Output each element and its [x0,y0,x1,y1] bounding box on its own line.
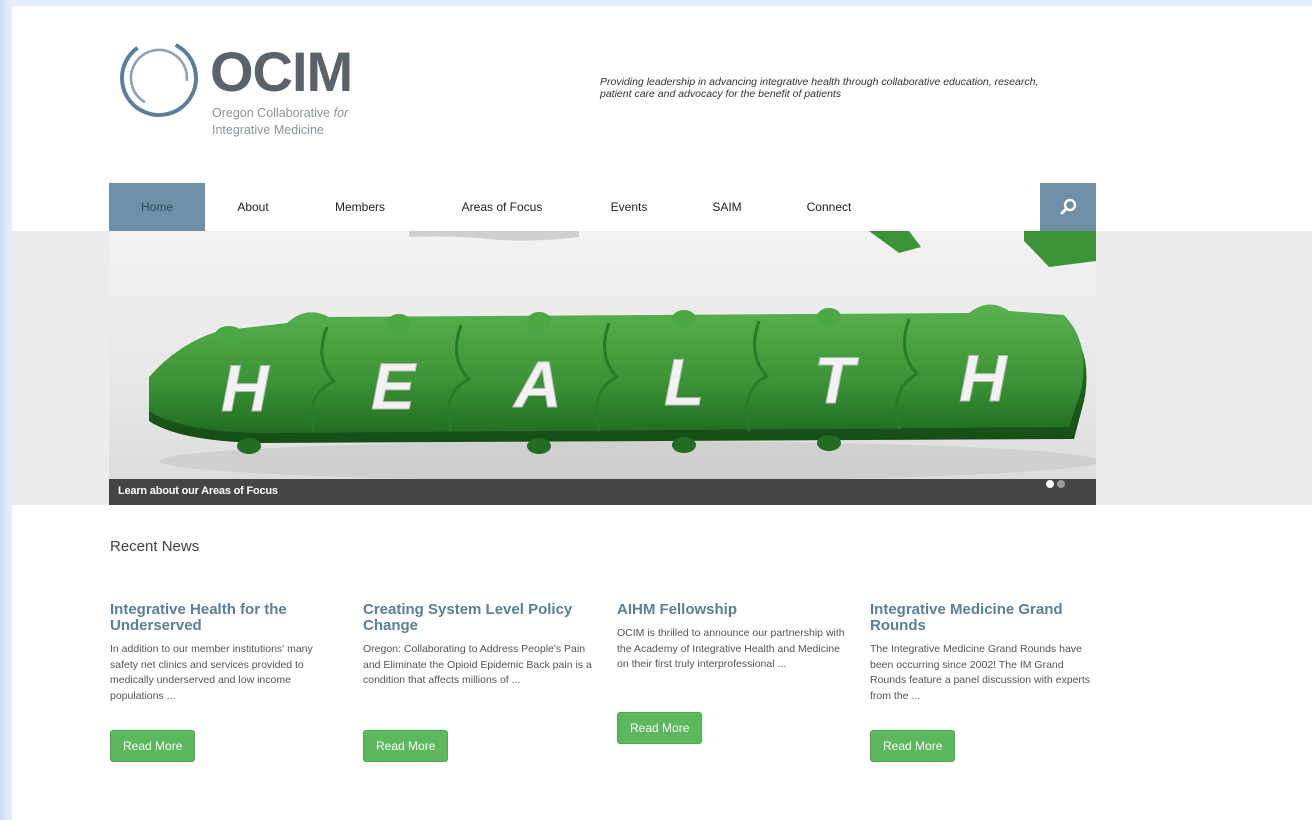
news-item: AIHM Fellowship OCIM is thrilled to anno… [617,602,847,673]
logo-rings-icon [120,39,198,117]
read-more-button[interactable]: Read More [363,730,449,762]
puzzle-letter-h1: H [221,351,270,425]
puzzle-letter-h2: H [959,341,1008,415]
read-more-button[interactable]: Read More [110,730,196,762]
slider-dot-1[interactable] [1046,480,1054,488]
logo-subtitle-line1: Oregon Collaborative for [212,106,349,120]
news-excerpt: Oregon: Collaborating to Address People'… [363,643,592,686]
search-icon [1060,198,1077,215]
news-item: Creating System Level Policy Change Oreg… [363,602,593,689]
news-excerpt: OCIM is thrilled to announce our partner… [617,627,845,670]
site-tagline: Providing leadership in advancing integr… [600,76,1039,100]
puzzle-letter-t: T [814,343,859,417]
read-more-button[interactable]: Read More [617,712,703,744]
news-excerpt: The Integrative Medicine Grand Rounds ha… [870,643,1091,702]
news-title[interactable]: AIHM Fellowship [617,602,847,618]
site-logo[interactable]: OCIM Oregon Collaborative for Integrativ… [116,34,376,154]
slider-caption-text[interactable]: Learn about our Areas of Focus [118,485,278,497]
main-nav: Home About Members Areas of Focus Events… [109,183,1096,231]
news-item: Integrative Health for the Underserved I… [110,602,340,704]
news-title[interactable]: Creating System Level Policy Change [363,602,593,634]
nav-item-saim[interactable]: SAIM [689,183,765,231]
logo-subtitle-line2: Integrative Medicine [212,123,324,137]
health-puzzle-illustration: H E A L T H [149,231,1096,481]
news-title[interactable]: Integrative Medicine Grand Rounds [870,602,1100,634]
nav-item-home[interactable]: Home [109,183,205,231]
puzzle-letter-l: L [664,345,704,419]
puzzle-letter-a: A [512,347,562,421]
nav-item-connect[interactable]: Connect [781,183,877,231]
puzzle-letter-e: E [371,349,417,423]
recent-news-heading: Recent News [110,538,200,555]
news-excerpt: In addition to our member institutions' … [110,643,313,702]
logo-wordmark: OCIM [210,40,353,103]
slider-dot-2[interactable] [1057,480,1065,488]
hero-slider-image[interactable]: H E A L T H [109,231,1096,505]
nav-item-about[interactable]: About [205,183,301,231]
nav-item-members[interactable]: Members [307,183,413,231]
slider-caption-bar[interactable]: Learn about our Areas of Focus [109,479,1096,505]
read-more-button[interactable]: Read More [870,730,956,762]
search-button[interactable] [1040,183,1096,231]
news-title[interactable]: Integrative Health for the Underserved [110,602,340,634]
nav-item-areas-of-focus[interactable]: Areas of Focus [439,183,565,231]
nav-item-events[interactable]: Events [587,183,671,231]
page-frame: OCIM Oregon Collaborative for Integrativ… [12,6,1312,820]
news-item: Integrative Medicine Grand Rounds The In… [870,602,1100,704]
